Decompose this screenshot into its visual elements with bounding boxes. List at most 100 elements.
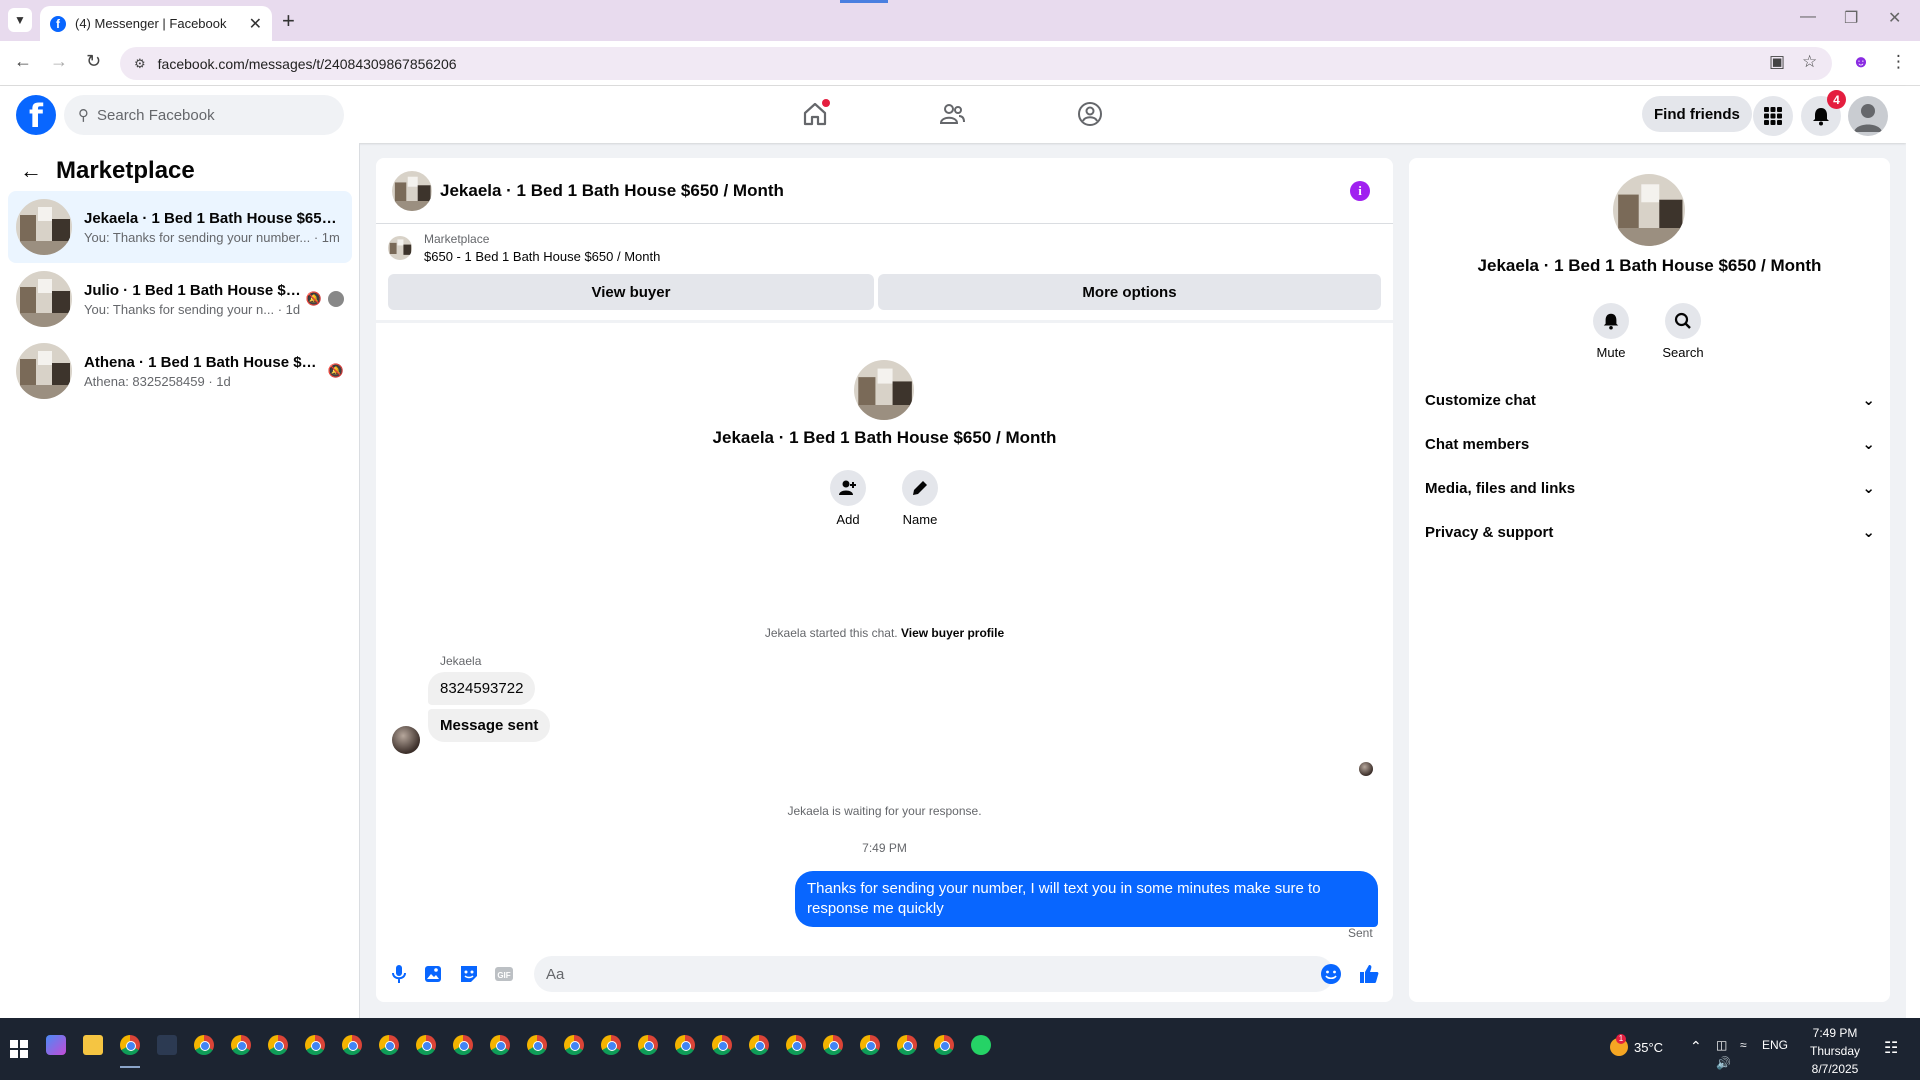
bookmark-star-icon[interactable]: ☆ (1802, 52, 1817, 72)
chrome-icon[interactable] (453, 1035, 473, 1055)
close-window-button[interactable]: ✕ (1888, 8, 1901, 28)
chrome-icon[interactable] (490, 1035, 510, 1055)
chrome-icon[interactable] (527, 1035, 547, 1055)
chrome-icon[interactable] (675, 1035, 695, 1055)
tab-search-button[interactable]: ▼ (8, 8, 32, 32)
menu-button[interactable] (1753, 96, 1793, 136)
chrome-icon[interactable] (268, 1035, 288, 1055)
reload-icon[interactable]: ↻ (86, 51, 101, 72)
conversation-item[interactable]: Athena · 1 Bed 1 Bath House $65... Athen… (8, 335, 352, 407)
notification-center-icon[interactable]: ☷ (1884, 1038, 1898, 1058)
gif-icon[interactable]: GIF (493, 963, 515, 985)
chrome-icon[interactable] (786, 1035, 806, 1055)
chrome-icon[interactable] (342, 1035, 362, 1055)
search-in-chat-button[interactable]: Search (1653, 303, 1713, 360)
system-clock[interactable]: 7:49 PM Thursday 8/7/2025 (1790, 1024, 1880, 1078)
conversation-name: Julio · 1 Bed 1 Bath House $6... (84, 281, 302, 299)
sticker-icon[interactable] (458, 963, 480, 985)
back-icon[interactable]: ← (14, 51, 32, 72)
listing-source: Marketplace (424, 232, 490, 246)
url-field[interactable]: ⚙ facebook.com/messages/t/24084309867856… (120, 47, 1832, 80)
chrome-icon[interactable] (601, 1035, 621, 1055)
new-tab-button[interactable]: + (282, 8, 295, 34)
listing-thumbnail[interactable] (392, 170, 432, 211)
photo-icon[interactable] (422, 963, 444, 985)
chat-members-section[interactable]: Chat members ⌄ (1425, 426, 1875, 462)
edit-name-button[interactable]: Name (890, 470, 950, 527)
chrome-icon[interactable] (749, 1035, 769, 1055)
chrome-icon[interactable] (305, 1035, 325, 1055)
weather-widget[interactable]: 1 35°C (1610, 1034, 1663, 1056)
thumbs-up-icon[interactable] (1358, 963, 1380, 985)
listing-thumbnail (388, 236, 412, 260)
meet-now-icon[interactable]: ◫ (1716, 1038, 1727, 1052)
listing-title: $650 - 1 Bed 1 Bath House $650 / Month (424, 249, 661, 264)
chrome-icon[interactable] (934, 1035, 954, 1055)
chrome-icon[interactable] (231, 1035, 251, 1055)
chrome-icon[interactable] (379, 1035, 399, 1055)
app-icon[interactable] (157, 1035, 177, 1055)
divider (376, 320, 1393, 323)
microphone-icon[interactable] (388, 963, 410, 985)
chrome-icon[interactable] (194, 1035, 214, 1055)
friends-icon[interactable] (938, 100, 966, 128)
forward-icon[interactable]: → (50, 51, 68, 72)
conversation-item[interactable]: Jekaela · 1 Bed 1 Bath House $650 ... Yo… (8, 191, 352, 263)
privacy-support-section[interactable]: Privacy & support ⌄ (1425, 514, 1875, 550)
install-app-icon[interactable]: ▣ (1769, 52, 1785, 72)
listing-banner[interactable]: Marketplace $650 - 1 Bed 1 Bath House $6… (388, 232, 660, 264)
chevron-up-icon[interactable]: ⌃ (1690, 1038, 1702, 1055)
incoming-message: Message sent (428, 709, 551, 742)
chrome-icon[interactable] (120, 1035, 140, 1055)
marketplace-conversation-list: ← Marketplace Jekaela · 1 Bed 1 Bath Hou… (0, 143, 360, 1018)
incoming-message: 8324593722 (428, 672, 536, 705)
facebook-logo-icon[interactable]: f (16, 95, 56, 135)
chat-title[interactable]: Jekaela · 1 Bed 1 Bath House $650 / Mont… (440, 181, 784, 201)
groups-icon[interactable] (1076, 100, 1104, 128)
find-friends-button[interactable]: Find friends (1642, 96, 1752, 132)
back-arrow-icon[interactable]: ← (20, 158, 42, 184)
chevron-down-icon: ⌄ (1862, 480, 1875, 497)
chrome-icon[interactable] (712, 1035, 732, 1055)
customize-chat-section[interactable]: Customize chat ⌄ (1425, 382, 1875, 418)
windows-start-icon[interactable] (10, 1040, 28, 1058)
profile-icon[interactable]: ☻ (1852, 52, 1870, 72)
restore-button[interactable]: ❐ (1844, 8, 1858, 28)
minimize-button[interactable]: — (1800, 8, 1816, 26)
account-avatar[interactable] (1848, 96, 1888, 136)
volume-icon[interactable]: 🔊 (1716, 1056, 1731, 1070)
chrome-icon[interactable] (823, 1035, 843, 1055)
view-buyer-profile-link[interactable]: View buyer profile (901, 626, 1004, 640)
add-people-button[interactable]: Add (818, 470, 878, 527)
media-files-links-section[interactable]: Media, files and links ⌄ (1425, 470, 1875, 506)
more-options-button[interactable]: More options (878, 274, 1381, 310)
message-input[interactable]: Aa (534, 956, 1334, 992)
language-indicator[interactable]: ENG (1762, 1038, 1788, 1052)
menu-kebab-icon[interactable]: ⋮ (1890, 52, 1907, 72)
copilot-icon[interactable] (46, 1035, 66, 1055)
whatsapp-icon[interactable] (971, 1035, 991, 1055)
chrome-icon[interactable] (416, 1035, 436, 1055)
view-buyer-button[interactable]: View buyer (388, 274, 874, 310)
sender-avatar[interactable] (392, 726, 420, 754)
close-tab-icon[interactable]: ✕ (249, 14, 262, 34)
browser-tab[interactable]: f (4) Messenger | Facebook ✕ (40, 6, 272, 41)
chrome-icon[interactable] (897, 1035, 917, 1055)
mute-button[interactable]: Mute (1581, 303, 1641, 360)
info-icon[interactable]: i (1350, 181, 1370, 201)
search-input[interactable]: ⚲ Search Facebook (64, 95, 344, 135)
chrome-icon[interactable] (564, 1035, 584, 1055)
page-scrollbar[interactable] (1906, 86, 1920, 1018)
chat-start-notice: Jekaela started this chat. View buyer pr… (376, 626, 1393, 640)
chrome-icon[interactable] (638, 1035, 658, 1055)
chat-profile-title: Jekaela · 1 Bed 1 Bath House $650 / Mont… (712, 428, 1057, 447)
clock-time: 7:49 PM (1812, 1026, 1858, 1040)
chrome-icon[interactable] (860, 1035, 880, 1055)
wifi-icon[interactable]: ≈ (1740, 1038, 1747, 1052)
site-info-icon[interactable]: ⚙ (134, 56, 146, 72)
file-explorer-icon[interactable] (83, 1035, 103, 1055)
search-placeholder: Search Facebook (97, 106, 215, 124)
emoji-icon[interactable] (1320, 963, 1342, 985)
facebook-header: f ⚲ Search Facebook Find friends 4 (0, 86, 1906, 143)
conversation-item[interactable]: Julio · 1 Bed 1 Bath House $6... You: Th… (8, 263, 352, 335)
